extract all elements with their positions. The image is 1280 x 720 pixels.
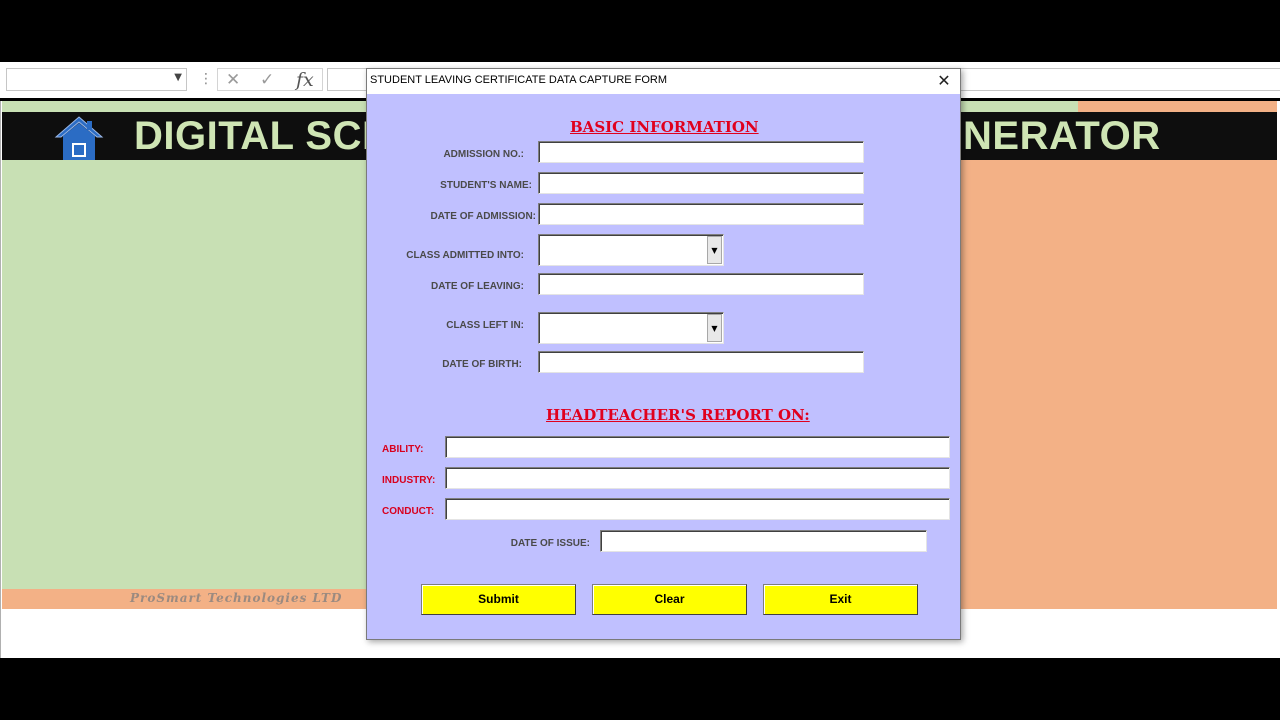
class-admitted-label: CLASS ADMITTED INTO: (406, 250, 524, 261)
date-of-admission-field[interactable] (538, 203, 864, 225)
conduct-field[interactable] (445, 498, 950, 520)
conduct-label: CONDUCT: (382, 506, 435, 517)
formula-tools: ✕ ✓ fx (217, 68, 323, 91)
date-of-issue-input[interactable] (601, 531, 926, 551)
enter-icon[interactable]: ✓ (260, 70, 274, 90)
footer-credit: ProSmart Technologies LTD (130, 591, 343, 605)
ability-input[interactable] (446, 437, 949, 457)
date-of-leaving-label: DATE OF LEAVING: (431, 281, 524, 292)
class-left-combo[interactable]: ▼ (538, 312, 724, 344)
name-box[interactable]: ▼ (6, 68, 187, 91)
home-icon[interactable] (54, 115, 104, 161)
date-of-birth-input[interactable] (539, 352, 863, 372)
ability-label: ABILITY: (382, 444, 424, 455)
date-of-issue-label: DATE OF ISSUE: (510, 538, 590, 549)
clear-button[interactable]: Clear (592, 584, 747, 615)
headteacher-report-heading: HEADTEACHER'S REPORT ON: (546, 406, 810, 424)
date-of-admission-label: DATE OF ADMISSION: (430, 211, 536, 222)
chevron-down-icon[interactable]: ▼ (707, 236, 722, 264)
student-name-label: STUDENT'S NAME: (440, 180, 532, 191)
admission-no-label: ADMISSION NO.: (443, 149, 524, 160)
exit-button[interactable]: Exit (763, 584, 918, 615)
admission-no-field[interactable] (538, 141, 864, 163)
date-of-admission-input[interactable] (539, 204, 863, 224)
more-options-icon[interactable]: ⋮ (199, 71, 213, 87)
student-name-input[interactable] (539, 173, 863, 193)
ability-field[interactable] (445, 436, 950, 458)
date-of-leaving-input[interactable] (539, 274, 863, 294)
sheet-peach-panel (961, 160, 1277, 589)
industry-field[interactable] (445, 467, 950, 489)
industry-label: INDUSTRY: (382, 475, 436, 486)
insert-function-icon[interactable]: fx (296, 69, 314, 91)
banner-title-left: DIGITAL SCH (134, 114, 370, 158)
conduct-input[interactable] (446, 499, 949, 519)
class-admitted-combo[interactable]: ▼ (538, 234, 724, 266)
data-capture-dialog: STUDENT LEAVING CERTIFICATE DATA CAPTURE… (366, 68, 961, 640)
admission-no-input[interactable] (539, 142, 863, 162)
banner-title-right: NERATOR (963, 114, 1161, 158)
student-name-field[interactable] (538, 172, 864, 194)
date-of-issue-field[interactable] (600, 530, 927, 552)
chevron-down-icon[interactable]: ▼ (174, 72, 182, 83)
date-of-birth-label: DATE OF BIRTH: (442, 359, 522, 370)
dialog-titlebar[interactable]: STUDENT LEAVING CERTIFICATE DATA CAPTURE… (367, 69, 960, 94)
close-icon[interactable]: ✕ (934, 71, 954, 91)
industry-input[interactable] (446, 468, 949, 488)
chevron-down-icon[interactable]: ▼ (707, 314, 722, 342)
dialog-title: STUDENT LEAVING CERTIFICATE DATA CAPTURE… (370, 74, 668, 86)
basic-information-heading: BASIC INFORMATION (570, 118, 759, 136)
class-left-label: CLASS LEFT IN: (446, 320, 524, 331)
cancel-icon[interactable]: ✕ (226, 70, 240, 90)
submit-button[interactable]: Submit (421, 584, 576, 615)
date-of-birth-field[interactable] (538, 351, 864, 373)
date-of-leaving-field[interactable] (538, 273, 864, 295)
